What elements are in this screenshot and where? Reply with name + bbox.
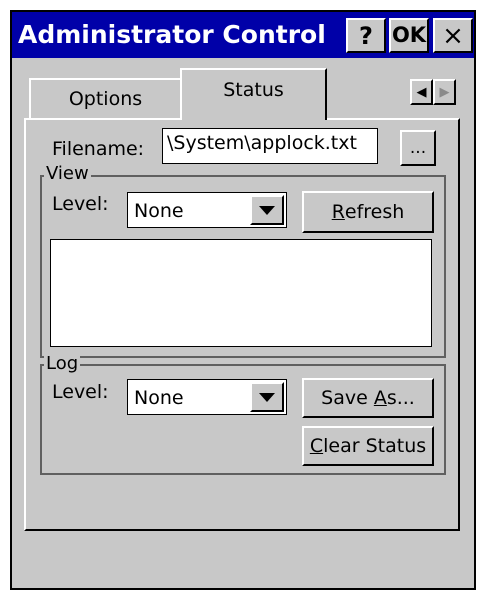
arrow-right-icon: ▶ <box>439 84 450 100</box>
refresh-button[interactable]: Refresh <box>302 191 434 233</box>
save-as-label-pre: Save <box>321 387 374 409</box>
view-status-listbox[interactable] <box>50 239 432 347</box>
save-as-mnemonic: A <box>373 387 387 409</box>
log-level-dropdown-button[interactable] <box>250 382 284 412</box>
refresh-mnemonic: R <box>331 201 345 223</box>
tab-options[interactable]: Options <box>29 78 182 118</box>
save-as-label-post: s... <box>386 387 415 409</box>
administrator-control-window: Administrator Control ? OK × Options Sta… <box>10 10 476 590</box>
arrow-left-icon: ◀ <box>416 84 427 100</box>
view-level-label: Level: <box>52 193 109 215</box>
chevron-down-icon <box>259 205 275 215</box>
browse-button[interactable]: ... <box>400 130 436 166</box>
save-as-button[interactable]: Save As... <box>302 378 434 418</box>
tab-status[interactable]: Status <box>180 68 327 120</box>
log-level-dropdown[interactable]: None <box>127 379 287 415</box>
view-level-dropdown-button[interactable] <box>250 195 284 225</box>
ok-button[interactable]: OK <box>389 18 429 53</box>
help-button[interactable]: ? <box>346 18 386 53</box>
log-group-title: Log <box>44 353 81 374</box>
title-bar: Administrator Control ? OK × <box>12 12 474 58</box>
refresh-label-rest: efresh <box>344 201 405 223</box>
close-icon: × <box>442 20 464 51</box>
log-level-value: None <box>134 387 184 409</box>
clear-status-button[interactable]: Clear Status <box>302 426 434 466</box>
chevron-down-icon <box>259 392 275 402</box>
close-button[interactable]: × <box>433 18 473 53</box>
window-title: Administrator Control <box>18 20 326 49</box>
status-tab-panel: Filename: \System\applock.txt ... View L… <box>24 118 460 531</box>
log-level-label: Level: <box>52 381 109 403</box>
filename-label: Filename: <box>52 138 145 160</box>
tab-scroll-right-button[interactable]: ▶ <box>433 79 456 105</box>
view-level-dropdown[interactable]: None <box>127 192 287 228</box>
view-group-title: View <box>44 163 91 184</box>
tab-scroll-buttons: ◀ ▶ <box>410 79 456 105</box>
tab-scroll-left-button[interactable]: ◀ <box>410 79 433 105</box>
clear-status-label-rest: lear Status <box>323 435 427 457</box>
view-level-value: None <box>134 200 184 222</box>
filename-field[interactable]: \System\applock.txt <box>162 128 378 164</box>
tab-status-label: Status <box>223 79 284 101</box>
tab-options-label: Options <box>68 88 143 110</box>
clear-status-mnemonic: C <box>309 435 324 457</box>
